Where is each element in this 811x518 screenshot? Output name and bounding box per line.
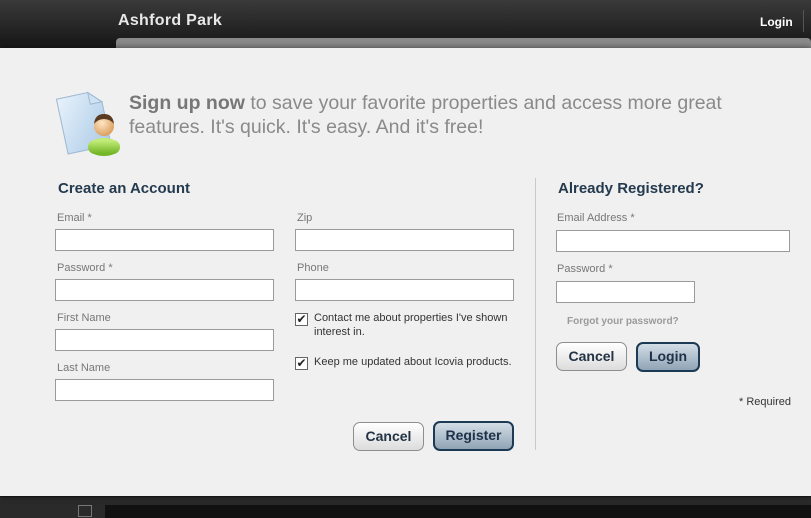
last-name-field[interactable] bbox=[55, 379, 274, 401]
signup-promo-text: Sign up now to save your favorite proper… bbox=[129, 91, 779, 139]
section-divider bbox=[535, 178, 536, 450]
user-document-icon bbox=[55, 91, 120, 156]
login-button[interactable]: Login bbox=[636, 342, 700, 372]
register-button[interactable]: Register bbox=[433, 421, 514, 451]
login-email-field[interactable] bbox=[556, 230, 790, 252]
signup-highlight: Sign up now bbox=[129, 92, 245, 114]
zip-field[interactable] bbox=[295, 229, 514, 251]
phone-label: Phone bbox=[297, 262, 329, 274]
signup-modal: Sign up now to save your favorite proper… bbox=[0, 48, 811, 496]
already-registered-title: Already Registered? bbox=[558, 180, 704, 197]
background-footer-bar bbox=[105, 505, 811, 518]
login-password-label: Password * bbox=[557, 263, 613, 275]
last-name-label: Last Name bbox=[57, 362, 111, 374]
zip-label: Zip bbox=[297, 212, 313, 224]
create-account-title: Create an Account bbox=[58, 180, 190, 197]
updates-checkbox[interactable]: ✔ bbox=[295, 357, 308, 370]
email-field[interactable] bbox=[55, 229, 274, 251]
nav-divider bbox=[803, 10, 804, 32]
login-email-label: Email Address * bbox=[557, 212, 635, 224]
contact-me-checkbox[interactable]: ✔ bbox=[295, 313, 308, 326]
password-label: Password * bbox=[57, 262, 113, 274]
email-label: Email * bbox=[57, 212, 92, 224]
contact-me-label: Contact me about properties I've shown i… bbox=[314, 312, 508, 338]
password-field[interactable] bbox=[55, 279, 274, 301]
background-checkbox bbox=[78, 505, 92, 517]
first-name-field[interactable] bbox=[55, 329, 274, 351]
top-login-link[interactable]: Login bbox=[760, 15, 793, 29]
login-cancel-button[interactable]: Cancel bbox=[556, 342, 627, 371]
login-password-field[interactable] bbox=[556, 281, 695, 303]
site-title[interactable]: Ashford Park bbox=[118, 12, 222, 30]
top-navigation-bar: Ashford Park Login bbox=[0, 0, 811, 40]
forgot-password-link[interactable]: Forgot your password? bbox=[567, 316, 679, 327]
updates-label: Keep me updated about Icovia products. bbox=[314, 356, 512, 368]
first-name-label: First Name bbox=[57, 312, 111, 324]
required-note: * Required bbox=[739, 396, 791, 408]
phone-field[interactable] bbox=[295, 279, 514, 301]
create-cancel-button[interactable]: Cancel bbox=[353, 422, 424, 451]
